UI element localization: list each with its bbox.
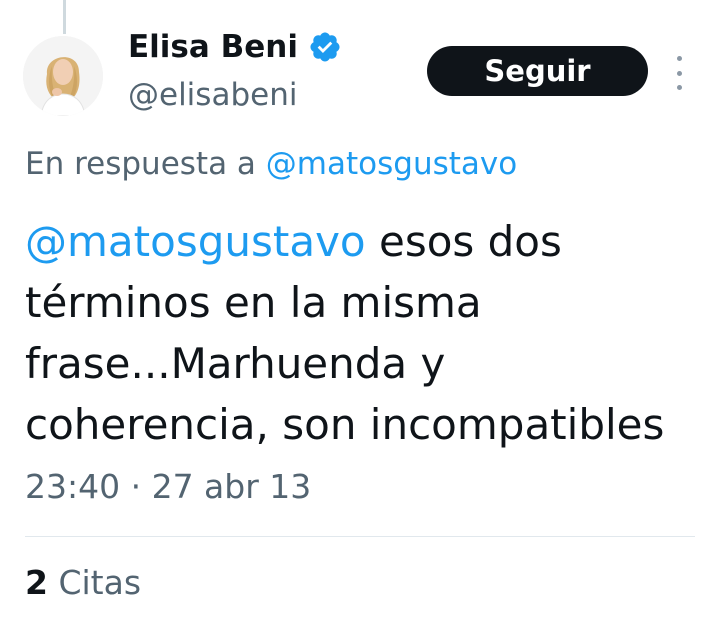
divider <box>25 536 695 537</box>
reply-context: En respuesta a @matosgustavo <box>25 146 517 183</box>
tweet-text-fragment: esos dos <box>365 217 562 266</box>
tweet-text-line-4: coherencia, son incompatibles <box>25 400 665 449</box>
avatar-image <box>23 36 103 116</box>
quotes-label: Citas <box>58 563 142 602</box>
more-dot <box>676 85 682 90</box>
author-name-row: Elisa Beni <box>128 30 342 64</box>
avatar[interactable] <box>23 36 103 116</box>
tweet-timestamp-link[interactable]: 23:40 · 27 abr 13 <box>25 467 311 507</box>
quotes-count: 2 <box>25 563 48 602</box>
tweet-text: @matosgustavo esos dos términos en la mi… <box>25 211 705 455</box>
reply-to-mention-link[interactable]: @matosgustavo <box>266 146 517 182</box>
reply-prefix: En respuesta a <box>25 146 256 182</box>
more-options-icon[interactable] <box>668 56 690 90</box>
author-display-name[interactable]: Elisa Beni <box>128 31 298 63</box>
tweet-text-line-2: términos en la misma <box>25 278 482 327</box>
more-dot <box>676 56 682 61</box>
tweet-mention-link[interactable]: @matosgustavo <box>25 217 366 266</box>
verified-badge-icon[interactable] <box>308 30 342 64</box>
tweet-text-line-1: @matosgustavo esos dos <box>25 211 705 272</box>
follow-button[interactable]: Seguir <box>427 46 648 96</box>
tweet-text-line-3: frase...Marhuenda y <box>25 339 446 388</box>
quotes-stat-link[interactable]: 2 Citas <box>25 563 141 603</box>
more-dot <box>676 70 682 76</box>
thread-connector-line <box>63 0 66 34</box>
author-handle[interactable]: @elisabeni <box>128 80 297 111</box>
